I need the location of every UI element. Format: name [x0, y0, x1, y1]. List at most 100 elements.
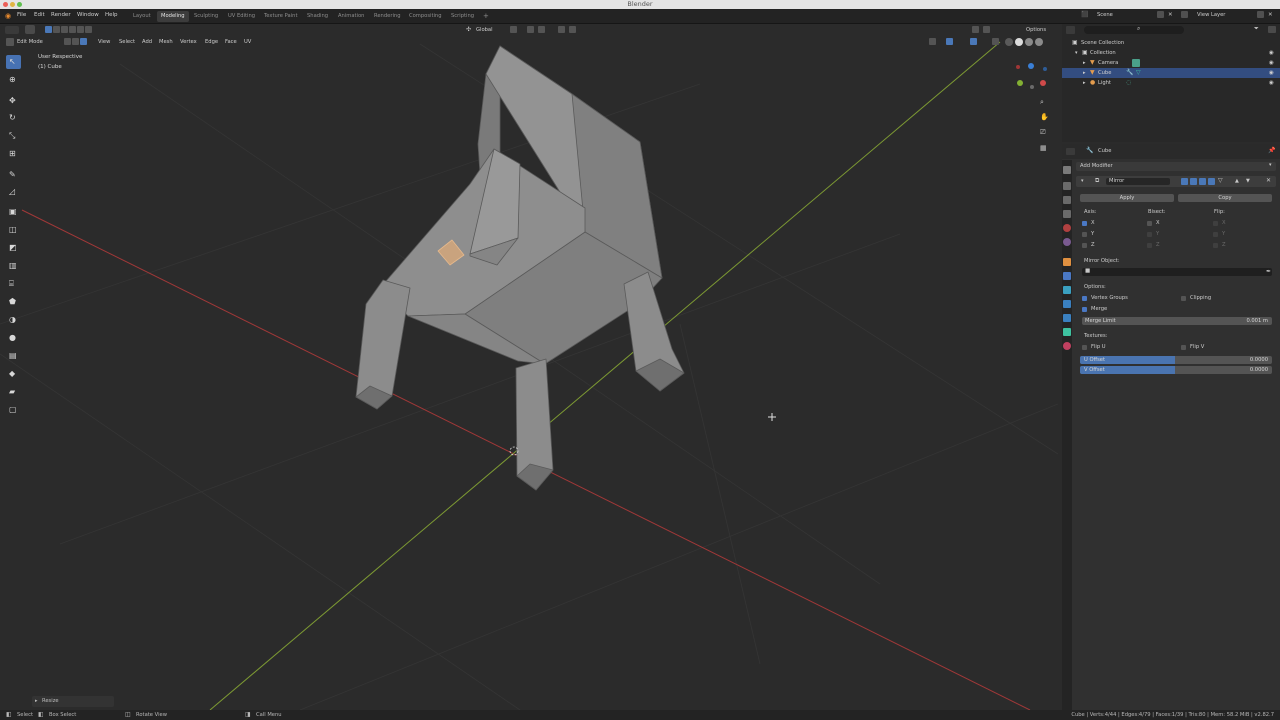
last-operator-panel[interactable]: ▸ Resize	[32, 696, 114, 707]
tab-particles-icon[interactable]	[1063, 286, 1071, 294]
outliner-search-input[interactable]	[1084, 26, 1184, 34]
properties-editor-icon[interactable]	[1066, 148, 1075, 155]
shading-solid-icon[interactable]	[1015, 38, 1023, 46]
rotate-tool-icon[interactable]: ↻	[6, 111, 21, 125]
snap-settings-icon[interactable]	[538, 26, 545, 33]
visibility-eye-icon[interactable]: ◉	[1269, 58, 1274, 68]
rip-region-tool-icon[interactable]: ▢	[6, 403, 21, 417]
snap-toggle-icon[interactable]	[527, 26, 534, 33]
tab-physics-icon[interactable]	[1063, 300, 1071, 308]
mirror-object-field[interactable]: ■	[1082, 268, 1272, 276]
menu-mesh[interactable]: Mesh	[159, 39, 173, 45]
scene-close-icon[interactable]: ✕	[1168, 12, 1173, 18]
select-mode-cursor-icon[interactable]	[25, 25, 35, 34]
show-in-viewport-icon[interactable]	[1190, 178, 1197, 185]
vertex-groups-checkbox[interactable]	[1082, 296, 1087, 301]
camera-data-icon[interactable]	[1132, 59, 1140, 67]
tab-object-icon[interactable]	[1063, 258, 1071, 266]
toggle-overlays-icon[interactable]	[970, 38, 977, 45]
tab-output-icon[interactable]	[1063, 196, 1071, 204]
axis-x-checkbox[interactable]	[1082, 221, 1087, 226]
flip-y-checkbox[interactable]	[1213, 232, 1218, 237]
knife-tool-icon[interactable]: ⌸	[6, 277, 21, 291]
menu-file[interactable]: File	[17, 12, 26, 18]
tab-compositing[interactable]: Compositing	[405, 11, 446, 22]
maximize-window-icon[interactable]	[17, 2, 22, 7]
bisect-z-checkbox[interactable]	[1147, 243, 1152, 248]
outliner-row-scene-collection[interactable]: ▣ Scene Collection	[1062, 38, 1280, 48]
proportional-editing-icon[interactable]	[558, 26, 565, 33]
tab-world-icon[interactable]	[1063, 238, 1071, 246]
mode-face-icon[interactable]	[61, 26, 68, 33]
modifier-name-input[interactable]: Mirror	[1106, 178, 1170, 185]
toggle-xray-icon[interactable]	[992, 38, 999, 45]
measure-tool-icon[interactable]: ◿	[6, 185, 21, 199]
show-on-cage-icon[interactable]	[1208, 178, 1215, 185]
tab-view-layer-icon[interactable]	[1063, 210, 1071, 218]
visibility-eye-icon[interactable]: ◉	[1269, 68, 1274, 78]
shading-wireframe-icon[interactable]	[1005, 38, 1013, 46]
select-face-icon[interactable]	[80, 38, 87, 45]
tab-shading[interactable]: Shading	[303, 11, 332, 22]
expand-panel-icon[interactable]: ▸	[35, 696, 38, 707]
tab-modeling[interactable]: Modeling	[157, 11, 189, 22]
view-layer-close-icon[interactable]: ✕	[1268, 12, 1273, 18]
menu-edge[interactable]: Edge	[205, 39, 218, 45]
pan-hand-icon[interactable]: ✋	[1040, 113, 1049, 121]
tab-tool-icon[interactable]	[1063, 166, 1071, 174]
modifier-wrench-icon[interactable]: 🔧	[1126, 68, 1133, 78]
select-vertex-icon[interactable]	[64, 38, 71, 45]
flip-z-checkbox[interactable]	[1213, 243, 1218, 248]
close-window-icon[interactable]	[3, 2, 8, 7]
show-gizmo-icon[interactable]	[972, 26, 979, 33]
tab-uv-editing[interactable]: UV Editing	[224, 11, 259, 22]
tab-animation[interactable]: Animation	[334, 11, 368, 22]
visibility-eye-icon[interactable]: ◉	[1269, 78, 1274, 88]
mode-vertex-icon[interactable]	[45, 26, 52, 33]
scene-browse-icon[interactable]	[1157, 11, 1164, 18]
viewport-canvas[interactable]	[0, 24, 1058, 710]
menu-edit[interactable]: Edit	[34, 12, 45, 18]
loop-cut-tool-icon[interactable]: ▥	[6, 259, 21, 273]
copy-button[interactable]: Copy	[1178, 194, 1272, 202]
scale-tool-icon[interactable]: ⤡	[6, 129, 21, 143]
new-collection-icon[interactable]	[1268, 26, 1276, 33]
menu-window[interactable]: Window	[77, 12, 99, 18]
tab-data-icon[interactable]	[1063, 328, 1071, 336]
axis-y-checkbox[interactable]	[1082, 232, 1087, 237]
add-modifier-dropdown[interactable]: Add Modifier ▾	[1076, 162, 1276, 171]
options-dropdown[interactable]: Options	[1026, 27, 1046, 33]
menu-render[interactable]: Render	[51, 12, 71, 18]
cage-triangle-icon[interactable]: ▽	[1218, 177, 1223, 184]
shrink-fatten-tool-icon[interactable]: ◆	[6, 367, 21, 381]
menu-uv[interactable]: UV	[244, 39, 251, 45]
bevel-tool-icon[interactable]: ◩	[6, 241, 21, 255]
show-in-editmode-icon[interactable]	[1181, 178, 1188, 185]
pin-icon[interactable]: 📌	[1268, 147, 1275, 154]
mode-intersect-icon[interactable]	[85, 26, 92, 33]
filter-icon[interactable]: ⏷	[1254, 25, 1259, 33]
v-offset-field[interactable]: V Offset 0.0000	[1080, 366, 1272, 374]
view-object-types-icon[interactable]	[929, 38, 936, 45]
camera-view-icon[interactable]: ⎚	[1040, 128, 1046, 137]
flip-u-checkbox[interactable]	[1082, 345, 1087, 350]
tab-render-icon[interactable]	[1063, 182, 1071, 190]
scene-selector[interactable]: Scene	[1097, 12, 1113, 18]
editor-type-icon[interactable]	[5, 26, 19, 34]
tab-texture-paint[interactable]: Texture Paint	[260, 11, 301, 22]
cursor-tool-icon[interactable]: ⊕	[6, 73, 21, 87]
tab-scene-icon[interactable]	[1063, 224, 1071, 232]
collapse-arrow-icon[interactable]: ▸	[1083, 78, 1086, 88]
apply-button[interactable]: Apply	[1080, 194, 1174, 202]
menu-help[interactable]: Help	[105, 12, 118, 18]
outliner-row-camera[interactable]: ▸ ▼ Camera ◉	[1062, 58, 1280, 68]
select-edge-icon[interactable]	[72, 38, 79, 45]
add-workspace-button[interactable]: +	[479, 11, 493, 22]
axis-z-checkbox[interactable]	[1082, 243, 1087, 248]
tab-material-icon[interactable]	[1063, 342, 1071, 350]
flip-x-checkbox[interactable]	[1213, 221, 1218, 226]
move-down-icon[interactable]: ▼	[1246, 178, 1250, 184]
smooth-tool-icon[interactable]: ●	[6, 331, 21, 345]
merge-limit-field[interactable]: Merge Limit 0.001 m	[1082, 317, 1272, 325]
spin-tool-icon[interactable]: ◑	[6, 313, 21, 327]
